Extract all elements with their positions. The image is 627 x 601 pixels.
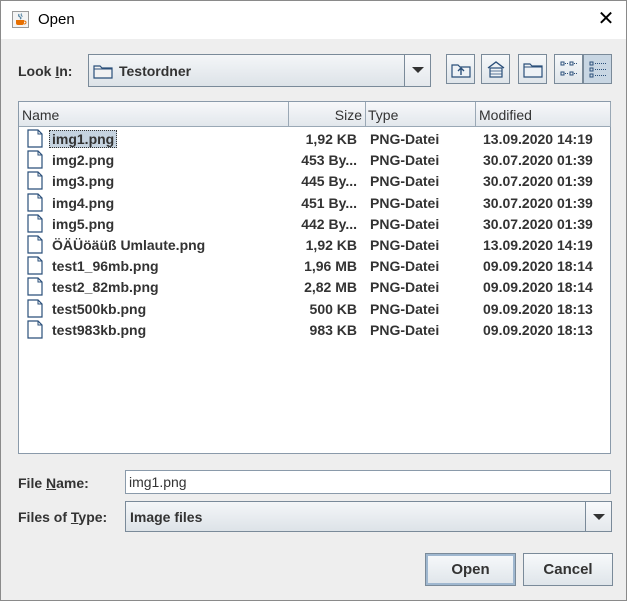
file-name-cell: test1_96mb.png	[52, 258, 159, 275]
file-row[interactable]: img1.png 1,92 KB PNG-Datei 13.09.2020 14:19	[19, 128, 610, 149]
files-of-type-label: Files of Type:	[18, 509, 108, 525]
file-size-cell: 1,92 KB	[305, 237, 357, 253]
file-size-cell: 445 By...	[301, 173, 357, 190]
file-name-cell: ÖÄÜöäüß Umlaute.png	[52, 237, 206, 253]
file-modified-cell: 30.07.2020 01:39	[483, 194, 593, 211]
window-title: Open	[38, 11, 75, 28]
file-icon	[27, 214, 43, 236]
file-name-label: File Name:	[18, 475, 89, 491]
file-row[interactable]: img5.png 442 By... PNG-Datei 30.07.2020 01:…	[19, 213, 610, 234]
file-row[interactable]: test983kb.png 983 KB PNG-Datei 09.09.2020 1…	[19, 319, 610, 340]
file-modified-cell: 30.07.2020 01:39	[483, 152, 593, 169]
new-folder-icon	[523, 63, 543, 78]
file-size-cell: 983 KB	[309, 321, 357, 338]
up-one-level-button[interactable]	[446, 54, 475, 84]
file-name-cell: img3.png	[52, 173, 115, 190]
details-view-button[interactable]	[583, 54, 612, 84]
open-button[interactable]: Open	[425, 553, 516, 586]
look-in-value: Testordner	[119, 63, 192, 79]
folder-icon	[93, 65, 113, 79]
file-row[interactable]: test500kb.png 500 KB PNG-Datei 09.09.2020 1…	[19, 298, 610, 319]
files-of-type-combo[interactable]: Image files	[125, 501, 612, 532]
file-modified-cell: 09.09.2020 18:14	[483, 279, 593, 296]
file-modified-cell: 09.09.2020 18:13	[483, 300, 593, 317]
file-type-cell: PNG-Datei	[370, 258, 440, 275]
open-dialog: Open ✕ Look In: Testordner Name Size Typ…	[0, 0, 627, 601]
list-view-icon	[560, 61, 577, 76]
file-type-cell: PNG-Datei	[370, 215, 440, 232]
file-icon	[27, 150, 43, 172]
file-name-cell: test983kb.png	[52, 321, 147, 338]
file-name-cell: test2_82mb.png	[52, 279, 159, 296]
file-icon	[27, 192, 43, 215]
file-size-cell: 2,82 MB	[304, 279, 357, 296]
file-name-input[interactable]	[125, 470, 611, 494]
cancel-button[interactable]: Cancel	[523, 553, 613, 586]
file-type-cell: PNG-Datei	[370, 194, 440, 211]
file-type-cell: PNG-Datei	[370, 131, 440, 147]
file-row[interactable]: img2.png 453 By... PNG-Datei 30.07.2020 01:…	[19, 149, 610, 170]
file-size-cell: 451 By...	[301, 194, 357, 211]
file-icon	[27, 277, 43, 299]
file-list[interactable]: Name Size Type Modified img1.png 1,92 KB P…	[18, 101, 611, 454]
home-icon	[487, 61, 505, 78]
column-header-name[interactable]: Name	[19, 102, 289, 127]
file-size-cell: 453 By...	[301, 152, 357, 169]
files-of-type-value: Image files	[130, 509, 203, 525]
file-row[interactable]: ÖÄÜöäüß Umlaute.png 1,92 KB PNG-Datei 13.09…	[19, 234, 610, 255]
title-bar[interactable]: Open ✕	[1, 1, 626, 39]
file-row[interactable]: img4.png 451 By... PNG-Datei 30.07.2020 01:…	[19, 192, 610, 213]
up-one-level-icon	[451, 64, 471, 78]
file-type-cell: PNG-Datei	[370, 300, 440, 317]
file-icon	[27, 298, 43, 321]
close-icon[interactable]: ✕	[595, 9, 617, 31]
file-icon	[27, 320, 43, 342]
file-size-cell: 500 KB	[309, 300, 357, 317]
file-modified-cell: 13.09.2020 14:19	[483, 237, 593, 253]
file-row[interactable]: test2_82mb.png 2,82 MB PNG-Datei 09.09.2020…	[19, 276, 610, 297]
new-folder-button[interactable]	[518, 54, 547, 84]
java-cup-icon	[12, 11, 29, 28]
column-header-size[interactable]: Size	[289, 102, 366, 127]
chevron-down-icon[interactable]	[585, 502, 611, 531]
list-view-button[interactable]	[554, 54, 583, 84]
file-icon	[27, 256, 43, 278]
file-name-cell: img4.png	[52, 194, 115, 211]
file-type-cell: PNG-Datei	[370, 152, 440, 169]
look-in-combo[interactable]: Testordner	[88, 54, 431, 87]
file-name-cell: img1.png	[49, 130, 118, 148]
file-icon	[27, 171, 43, 193]
file-row[interactable]: img3.png 445 By... PNG-Datei 30.07.2020 01:…	[19, 170, 610, 191]
details-view-icon	[589, 61, 606, 78]
file-type-cell: PNG-Datei	[370, 279, 440, 296]
file-modified-cell: 30.07.2020 01:39	[483, 215, 593, 232]
file-name-cell: test500kb.png	[52, 300, 147, 317]
file-name-cell: img2.png	[52, 152, 115, 169]
file-type-cell: PNG-Datei	[370, 321, 440, 338]
file-modified-cell: 30.07.2020 01:39	[483, 173, 593, 190]
file-modified-cell: 09.09.2020 18:13	[483, 321, 593, 338]
home-button[interactable]	[481, 54, 510, 84]
file-type-cell: PNG-Datei	[370, 173, 440, 190]
column-header-type[interactable]: Type	[366, 102, 476, 127]
look-in-label: Look In:	[18, 63, 73, 79]
file-modified-cell: 13.09.2020 14:19	[483, 131, 593, 147]
file-type-cell: PNG-Datei	[370, 237, 440, 253]
file-icon	[27, 235, 43, 257]
file-size-cell: 442 By...	[301, 215, 357, 232]
column-header-modified[interactable]: Modified	[476, 102, 611, 127]
file-icon	[27, 129, 43, 151]
file-size-cell: 1,92 KB	[305, 131, 357, 147]
file-name-cell: img5.png	[52, 215, 115, 232]
file-row[interactable]: test1_96mb.png 1,96 MB PNG-Datei 09.09.2020…	[19, 255, 610, 276]
chevron-down-icon[interactable]	[404, 55, 430, 86]
file-modified-cell: 09.09.2020 18:14	[483, 258, 593, 275]
file-size-cell: 1,96 MB	[304, 258, 357, 275]
